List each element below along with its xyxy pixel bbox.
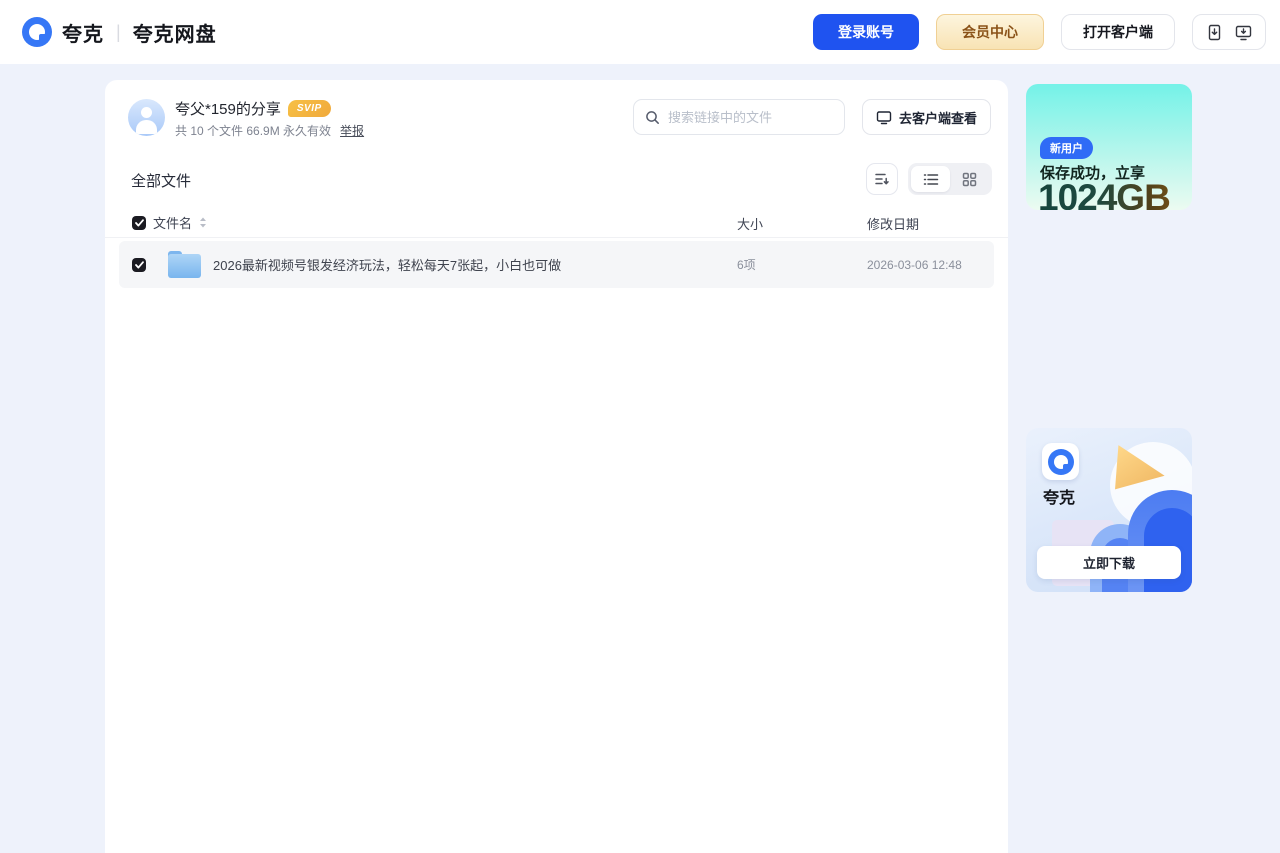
search-input[interactable] [668,110,833,125]
file-table-header: 文件名 大小 修改日期 [105,208,1008,238]
file-size: 6项 [737,256,756,273]
column-name-label[interactable]: 文件名 [153,213,192,232]
file-modified-date: 2026-03-06 12:48 [867,258,962,272]
owner-line: 夸父*159的分享 SVIP [175,98,331,119]
search-box[interactable] [633,99,845,135]
promo-text-line2: 1024GB [1038,177,1170,210]
list-view-icon [923,173,939,186]
view-in-client-button[interactable]: 去客户端查看 [862,99,991,135]
share-panel: 夸父*159的分享 SVIP 共 10 个文件 66.9M 永久有效 举报 去客… [105,80,1008,853]
list-view-button[interactable] [911,166,950,192]
view-toggle [908,163,992,195]
top-header: 夸克 | 夸克网盘 登录账号 会员中心 打开客户端 [0,0,1280,64]
section-title-all-files: 全部文件 [131,170,191,191]
download-icon-group [1192,14,1266,50]
login-button[interactable]: 登录账号 [813,14,919,50]
view-in-client-label: 去客户端查看 [899,108,977,127]
grid-view-button[interactable] [950,166,989,192]
brand-group[interactable]: 夸克 | 夸克网盘 [22,17,217,47]
download-now-button[interactable]: 立即下载 [1037,546,1181,579]
brand-name: 夸克 [62,18,104,47]
grid-view-icon [962,172,977,187]
select-all-checkbox[interactable] [132,216,146,230]
app-name: 夸克 [1043,484,1075,508]
sort-icon [874,172,890,186]
sort-order-button[interactable] [866,163,898,195]
search-icon [645,110,660,125]
product-name: 夸克网盘 [133,18,217,47]
table-header-divider [105,237,1008,238]
share-meta: 共 10 个文件 66.9M 永久有效 举报 [175,122,364,139]
svip-badge: SVIP [288,100,331,117]
share-meta-text: 共 10 个文件 66.9M 永久有效 [175,122,331,139]
avatar [128,99,165,136]
file-row[interactable]: 2026最新视频号银发经济玩法，轻松每天7张起，小白也可做 6项 2026-03… [119,241,994,288]
new-user-promo-banner[interactable]: 新用户 保存成功，立享 1024GB [1026,84,1192,210]
file-name[interactable]: 2026最新视频号银发经济玩法，轻松每天7张起，小白也可做 [213,255,561,274]
quark-app-icon [1042,443,1079,480]
monitor-icon [876,110,892,125]
open-client-button[interactable]: 打开客户端 [1061,14,1175,50]
header-actions: 登录账号 会员中心 打开客户端 [813,14,1266,50]
folder-icon [168,251,201,278]
new-user-badge: 新用户 [1040,137,1093,159]
share-owner-name: 夸父*159的分享 [175,98,281,119]
row-checkbox[interactable] [132,258,146,272]
app-download-card[interactable]: 夸克 立即下载 [1026,428,1192,592]
check-icon [135,261,144,269]
mobile-download-icon[interactable] [1206,24,1223,41]
desktop-download-icon[interactable] [1235,24,1252,41]
vip-center-button[interactable]: 会员中心 [936,14,1044,50]
brand-divider: | [116,22,121,43]
quark-logo-icon [22,17,52,47]
column-size-label[interactable]: 大小 [737,214,763,233]
quark-logo-icon [1048,449,1074,475]
check-icon [135,219,144,227]
column-modified-label[interactable]: 修改日期 [867,214,919,233]
sort-arrows-icon[interactable] [199,217,207,228]
report-link[interactable]: 举报 [340,122,364,139]
